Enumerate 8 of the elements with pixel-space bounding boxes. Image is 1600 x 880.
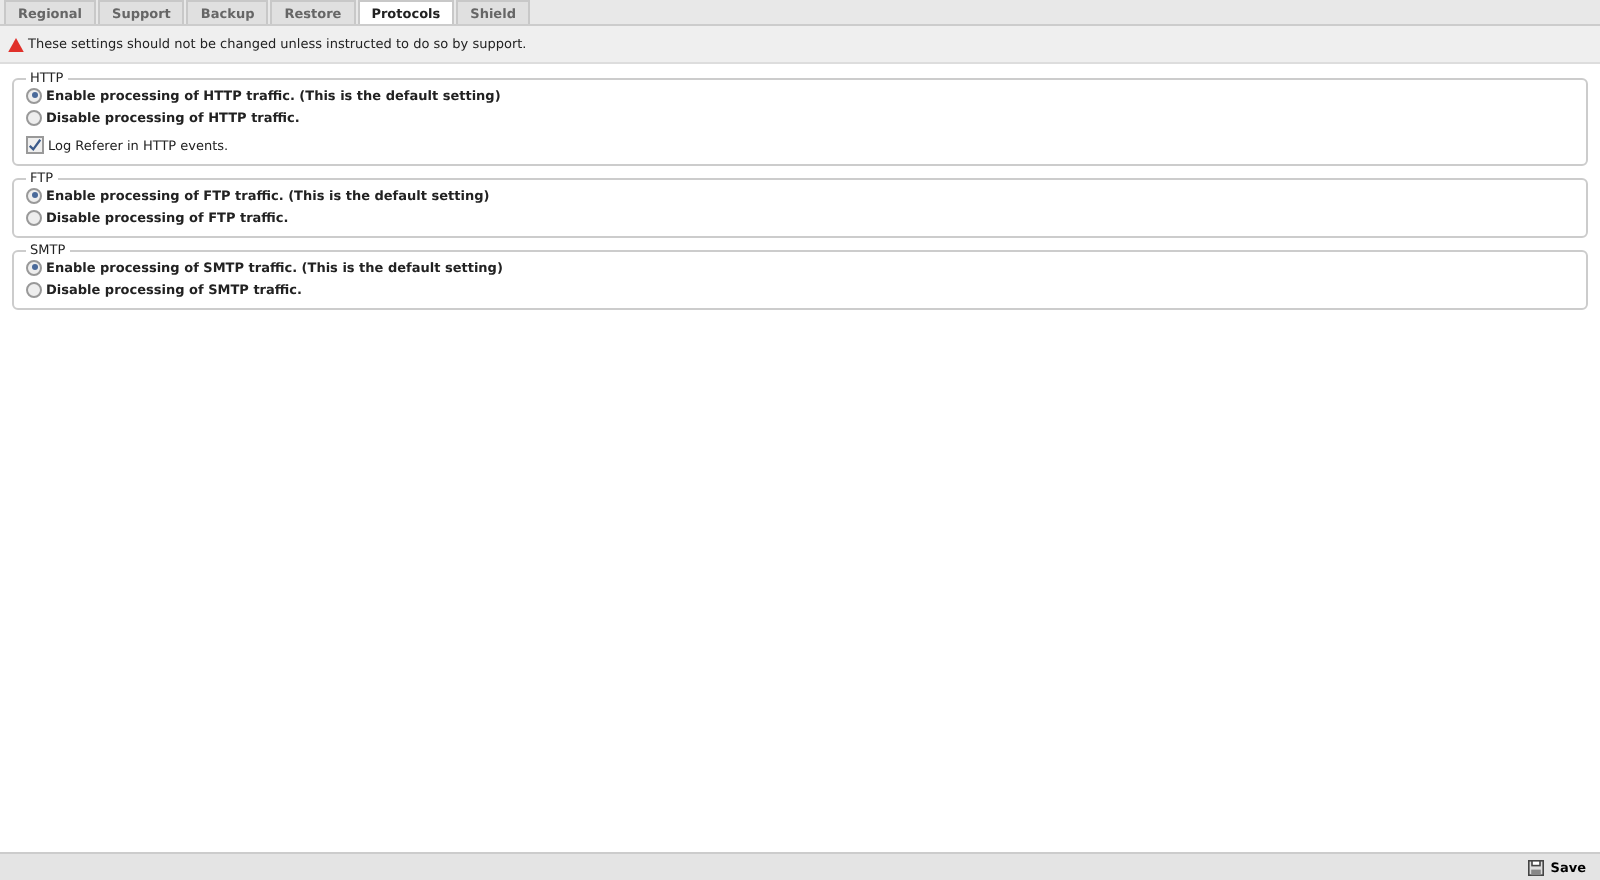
checkbox[interactable] [26, 136, 44, 154]
radio-button[interactable] [26, 281, 42, 297]
warning-icon [8, 37, 24, 51]
radio-button[interactable] [26, 187, 42, 203]
radio-button[interactable] [26, 259, 42, 275]
radio-button[interactable] [26, 109, 42, 125]
radio-button[interactable] [26, 87, 42, 103]
radio-button[interactable] [26, 209, 42, 225]
